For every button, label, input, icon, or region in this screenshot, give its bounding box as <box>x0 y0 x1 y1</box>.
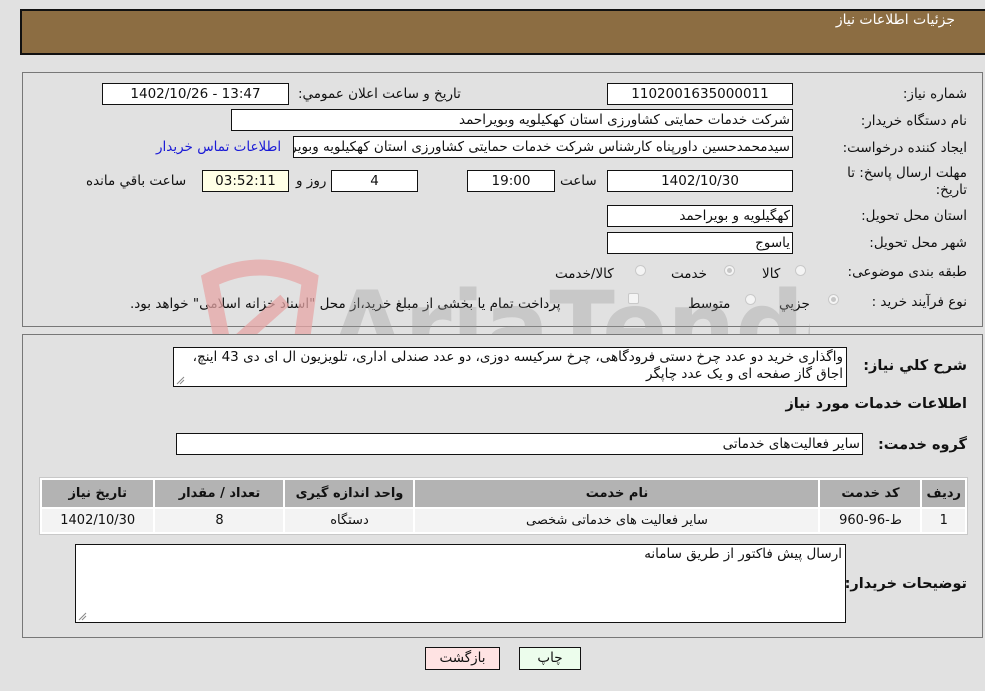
service-group-label: گروه خدمت: <box>877 437 967 453</box>
need-number-label: شماره نیاز: <box>902 86 967 102</box>
deadline-time-field: 19:00 <box>467 170 555 192</box>
category-option-goods-service: کالا/خدمت <box>555 266 614 282</box>
remaining-days-label: روز و <box>296 173 327 189</box>
deadline-label-line1: مهلت ارسال پاسخ: تا <box>847 165 967 181</box>
announce-datetime-field: 1402/10/26 - 13:47 <box>102 83 289 105</box>
col-header-need-date: تاریخ نیاز <box>42 480 154 507</box>
cell-need-date: 1402/10/30 <box>42 509 154 532</box>
treasury-payment-checkbox[interactable] <box>628 293 639 304</box>
resize-grip-icon[interactable] <box>176 376 185 385</box>
col-header-service-name: نام خدمت <box>415 480 819 507</box>
category-radio-goods-service[interactable] <box>635 265 646 276</box>
back-button[interactable]: بازگشت <box>425 647 500 670</box>
table-row: 1 ط-96-960 سایر فعالیت های خدماتی شخصی د… <box>42 509 965 532</box>
remaining-time-field: 03:52:11 <box>202 170 289 192</box>
buyer-notes-textarea[interactable]: ارسال پیش فاکتور از طریق سامانه <box>75 544 846 623</box>
requester-field: سیدمحمدحسین داورپناه کارشناس شرکت خدمات … <box>293 136 793 158</box>
purchase-type-label: نوع فرآیند خرید : <box>871 294 967 310</box>
city-field: یاسوج <box>607 232 793 254</box>
buyer-org-field: شرکت خدمات حمایتی کشاورزی استان کهکیلویه… <box>231 109 793 131</box>
buyer-notes-label: توضیحات خریدار: <box>844 576 967 592</box>
requester-label: ایجاد کننده درخواست: <box>842 140 967 156</box>
buyer-org-label: نام دستگاه خريدار: <box>860 113 967 129</box>
cell-quantity: 8 <box>155 509 284 532</box>
category-option-goods: کالا <box>762 266 781 282</box>
purchase-option-medium: متوسط <box>688 296 731 312</box>
need-number-field: 1102001635000011 <box>607 83 793 105</box>
category-option-service: خدمت <box>671 266 707 282</box>
deadline-time-label: ساعت <box>560 173 597 189</box>
table-header-row: ردیف کد خدمت نام خدمت واحد اندازه گیری ت… <box>42 480 965 507</box>
province-label: استان محل تحویل: <box>861 208 967 224</box>
category-label: طبقه بندی موضوعی: <box>847 264 967 280</box>
summary-textarea[interactable]: واگذاری خرید دو عدد چرخ دستی فرودگاهی، چ… <box>173 347 847 387</box>
col-header-row-number: ردیف <box>922 480 965 507</box>
page-title: جزئیات اطلاعات نیاز <box>835 12 955 28</box>
remaining-time-label: ساعت باقي مانده <box>86 173 187 189</box>
cell-service-code: ط-96-960 <box>820 509 921 532</box>
print-button[interactable]: چاپ <box>519 647 581 670</box>
deadline-date-field: 1402/10/30 <box>607 170 793 192</box>
cell-row-number: 1 <box>922 509 965 532</box>
deadline-label-line2: تاریخ: <box>935 182 967 198</box>
cell-unit: دستگاه <box>285 509 414 532</box>
resize-grip-icon[interactable] <box>78 612 87 621</box>
buyer-contact-link[interactable]: اطلاعات تماس خریدار <box>156 139 281 155</box>
purchase-radio-minor[interactable] <box>828 294 839 305</box>
city-label: شهر محل تحویل: <box>869 235 967 251</box>
summary-text: واگذاری خرید دو عدد چرخ دستی فرودگاهی، چ… <box>192 349 843 382</box>
announce-datetime-label: تاریخ و ساعت اعلان عمومي: <box>298 86 461 102</box>
purchase-option-minor: جزيي <box>779 296 810 312</box>
summary-label: شرح کلي نياز: <box>863 358 967 374</box>
buyer-notes-text: ارسال پیش فاکتور از طریق سامانه <box>644 546 842 562</box>
treasury-payment-label: پرداخت تمام یا بخشی از مبلغ خرید،از محل … <box>130 296 561 312</box>
province-field: کهگیلویه و بویراحمد <box>607 205 793 227</box>
purchase-radio-medium[interactable] <box>745 294 756 305</box>
services-heading: اطلاعات خدمات مورد نياز <box>785 396 967 412</box>
services-table: ردیف کد خدمت نام خدمت واحد اندازه گیری ت… <box>39 477 968 535</box>
category-radio-goods[interactable] <box>795 265 806 276</box>
cell-service-name: سایر فعالیت های خدماتی شخصی <box>415 509 819 532</box>
col-header-unit: واحد اندازه گیری <box>285 480 414 507</box>
col-header-service-code: کد خدمت <box>820 480 921 507</box>
category-radio-service[interactable] <box>724 265 735 276</box>
service-group-field: سایر فعالیت‌های خدماتی <box>176 433 863 455</box>
remaining-days-field: 4 <box>331 170 418 192</box>
col-header-quantity: تعداد / مقدار <box>155 480 284 507</box>
